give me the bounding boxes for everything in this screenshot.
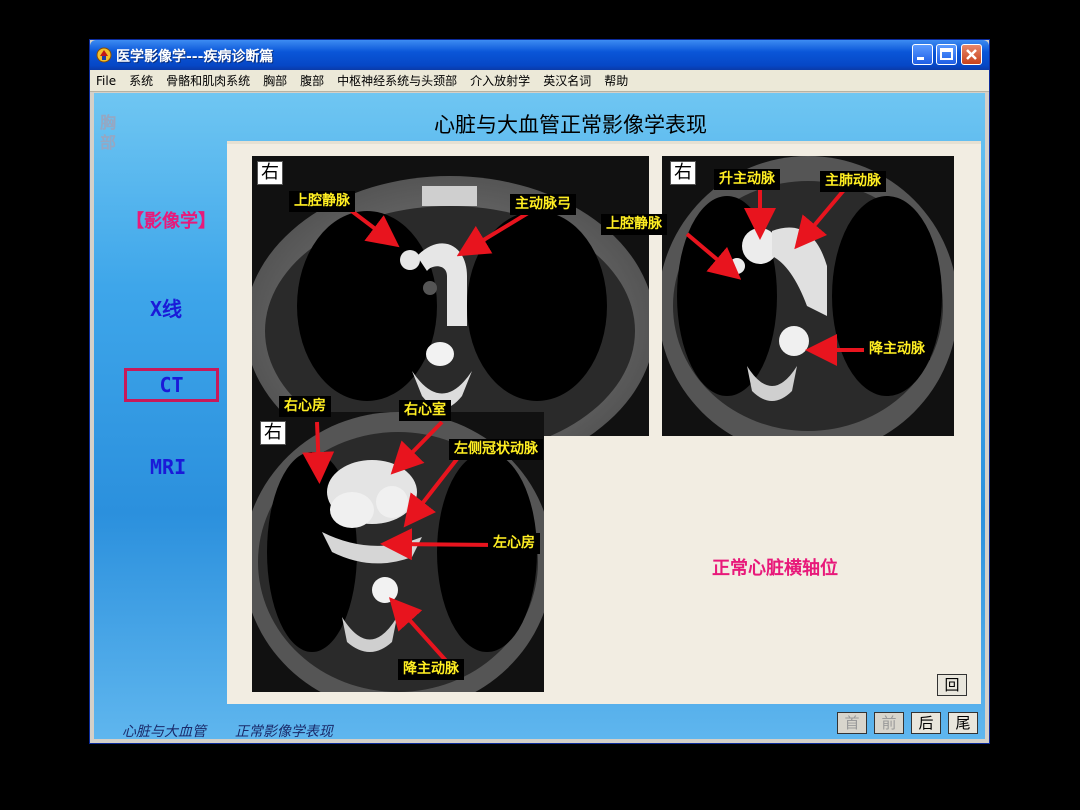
menu-bar: File 系统 骨骼和肌肉系统 胸部 腹部 中枢神经系统与头颈部 介入放射学 英… (90, 70, 989, 92)
label-right-atrium: 右心房 (279, 396, 331, 417)
orientation-tag: 右 (670, 161, 696, 185)
first-page-button[interactable]: 首 (837, 712, 867, 734)
footer-topic: 正常影像学表现 (234, 724, 333, 739)
label-aortic-arch: 主动脉弓 (510, 194, 576, 215)
page-title: 心脏与大血管正常影像学表现 (434, 113, 707, 137)
label-svc: 上腔静脉 (601, 214, 667, 235)
label-main-pulmonary-artery: 主肺动脉 (820, 171, 886, 192)
footer: 心脏与大血管 正常影像学表现 (122, 721, 333, 739)
minimize-icon (917, 57, 924, 60)
menu-abdomen[interactable]: 腹部 (300, 72, 324, 89)
footer-chapter: 心脏与大血管 (122, 724, 206, 739)
menu-interventional[interactable]: 介入放射学 (470, 72, 530, 89)
orientation-tag: 右 (257, 161, 283, 185)
label-right-ventricle: 右心室 (399, 400, 451, 421)
menu-musculoskeletal[interactable]: 骨骼和肌肉系统 (166, 72, 250, 89)
title-bar[interactable]: 医学影像学---疾病诊断篇 (90, 40, 989, 70)
menu-cns-head-neck[interactable]: 中枢神经系统与头颈部 (337, 72, 457, 89)
minimize-button[interactable] (912, 44, 933, 65)
back-button[interactable]: 回 (937, 674, 967, 696)
maximize-button[interactable] (936, 44, 957, 65)
maximize-icon (940, 48, 953, 60)
menu-system[interactable]: 系统 (129, 72, 153, 89)
section-title: 胸部 (100, 113, 117, 152)
menu-chest[interactable]: 胸部 (263, 72, 287, 89)
label-ascending-aorta: 升主动脉 (714, 169, 780, 190)
label-descending-aorta: 降主动脉 (398, 659, 464, 680)
app-icon (96, 47, 112, 63)
ct-image-pulmonary-trunk (662, 156, 954, 436)
orientation-tag: 右 (260, 421, 286, 445)
label-left-atrium: 左心房 (488, 533, 540, 554)
menu-help[interactable]: 帮助 (604, 72, 628, 89)
nav-link-xray[interactable]: X线 (150, 293, 182, 322)
nav-link-ct-box[interactable]: CT (124, 368, 219, 402)
content-area: 胸部 心脏与大血管正常影像学表现 【影像学】 X线 CT MRI 右 右 右 上… (94, 93, 985, 739)
last-page-button[interactable]: 尾 (948, 712, 978, 734)
ct-scan-graphic (662, 156, 954, 436)
close-icon (966, 49, 977, 60)
figure-caption: 正常心脏横轴位 (712, 558, 838, 579)
nav-link-mri[interactable]: MRI (150, 455, 186, 479)
label-left-coronary-artery: 左侧冠状动脉 (449, 439, 543, 460)
section-heading: 【影像学】 (126, 211, 216, 232)
window-title: 医学影像学---疾病诊断篇 (116, 49, 274, 65)
label-descending-aorta: 降主动脉 (864, 339, 930, 360)
next-page-button[interactable]: 后 (911, 712, 941, 734)
prev-page-button[interactable]: 前 (874, 712, 904, 734)
app-window: 医学影像学---疾病诊断篇 File 系统 骨骼和肌肉系统 胸部 腹部 中枢神经… (90, 40, 989, 743)
label-svc: 上腔静脉 (289, 191, 355, 212)
image-panel: 右 右 右 上腔静脉 主动脉弓 升主动脉 主肺动脉 上腔静脉 降主动脉 右心房 … (227, 141, 981, 704)
nav-link-ct: CT (159, 373, 184, 397)
close-button[interactable] (961, 44, 982, 65)
menu-file[interactable]: File (96, 74, 116, 88)
menu-glossary[interactable]: 英汉名词 (543, 72, 591, 89)
